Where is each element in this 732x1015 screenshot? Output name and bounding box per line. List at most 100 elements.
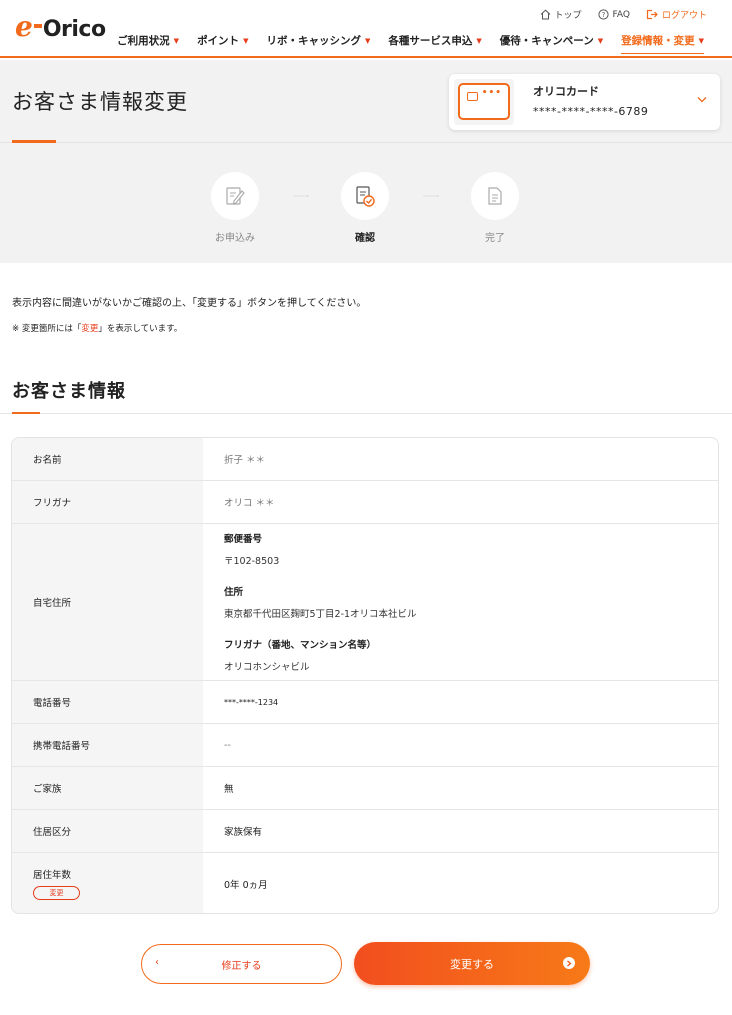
row-value: 0年 0ヵ月 xyxy=(224,879,268,891)
step-confirm: 確認 xyxy=(325,172,405,244)
step-label: お申込み xyxy=(215,233,255,244)
triangle-down-icon: ▼ xyxy=(597,36,604,45)
note-highlight: 変更 xyxy=(81,324,99,334)
submit-change-button[interactable]: 変更する xyxy=(354,942,590,985)
step-apply: お申込み xyxy=(195,172,275,244)
submit-button-label: 変更する xyxy=(450,957,494,971)
triangle-down-icon: ▼ xyxy=(364,36,371,45)
row-label: フリガナ xyxy=(12,481,203,523)
top-link[interactable]: トップ xyxy=(540,8,582,21)
logo-dash xyxy=(33,24,42,28)
step-circle xyxy=(471,172,519,220)
nav-usage-label: ご利用状況 xyxy=(117,35,170,47)
card-name: オリコカード xyxy=(533,85,599,98)
residence-label: 居住年数 xyxy=(33,870,72,881)
divider xyxy=(0,142,732,143)
section-title: お客さま情報 xyxy=(12,381,126,402)
row-value: 折子 ＊＊ xyxy=(224,455,266,466)
chevron-left-icon: ‹ xyxy=(155,957,159,968)
chevron-down-icon[interactable] xyxy=(697,96,707,103)
triangle-down-icon: ▼ xyxy=(698,36,704,45)
global-nav: ご利用状況 ▼ ポイント ▼ リボ・キャッシング ▼ 各種サービス申込 ▼ 優待・キャン… xyxy=(117,33,704,54)
step-complete: 完了 xyxy=(455,172,535,244)
nav-registration-label: 登録情報・変更 xyxy=(621,35,695,47)
nav-campaign[interactable]: 優待・キャンペーン ▼ xyxy=(500,33,603,54)
site-header: e Orico トップ ? FAQ ログアウト ご利用状況 ▼ ポイント ▼ リボ・… xyxy=(0,0,732,58)
logo-brand: Orico xyxy=(42,17,106,42)
row-value: -- xyxy=(224,739,231,751)
change-note: ※ 変更箇所には「変更」を表示しています。 xyxy=(12,322,182,334)
nav-points-label: ポイント xyxy=(197,35,240,47)
row-label: お名前 xyxy=(12,438,203,480)
table-row-phone: 電話番号 ***-****-1234 xyxy=(12,681,718,724)
row-label: 電話番号 xyxy=(12,681,203,723)
edit-button[interactable]: ‹ 修正する xyxy=(141,944,342,984)
card-dots-icon: ••• xyxy=(481,88,502,98)
row-label: ご家族 xyxy=(12,767,203,809)
document-check-icon xyxy=(356,186,375,207)
step-label: 完了 xyxy=(485,233,505,244)
top-link-label: トップ xyxy=(554,11,582,21)
table-row-family: ご家族 無 xyxy=(12,767,718,810)
triangle-down-icon: ▼ xyxy=(173,36,180,45)
home-icon xyxy=(540,9,550,20)
nav-points[interactable]: ポイント ▼ xyxy=(197,33,248,54)
customer-info-table: お名前 折子 ＊＊ フリガナ オリコ ＊＊ 自宅住所 郵便番号 〒102-850… xyxy=(11,437,719,914)
triangle-down-icon: ▼ xyxy=(476,36,482,45)
nav-revolving[interactable]: リボ・キャッシング ▼ xyxy=(266,33,370,54)
arrow-right-icon xyxy=(423,195,439,197)
postal-label: 郵便番号 xyxy=(224,534,263,545)
note-suffix: 」を表示しています。 xyxy=(98,324,183,334)
step-label: 確認 xyxy=(355,233,375,244)
card-chip-icon xyxy=(467,92,478,101)
credit-card-icon: ••• xyxy=(458,83,510,120)
card-selector[interactable]: ••• オリコカード ****-****-****-6789 xyxy=(449,74,720,130)
row-value: オリコ ＊＊ xyxy=(224,498,275,509)
edit-button-label: 修正する xyxy=(221,960,262,972)
faq-link[interactable]: ? FAQ xyxy=(597,9,630,20)
utility-nav: トップ ? FAQ ログアウト xyxy=(540,8,707,21)
card-number: ****-****-****-6789 xyxy=(533,105,649,118)
table-row-name: お名前 折子 ＊＊ xyxy=(12,438,718,481)
row-value: ***-****-1234 xyxy=(224,697,279,707)
triangle-down-icon: ▼ xyxy=(243,36,249,45)
nav-revolving-label: リボ・キャッシング xyxy=(266,35,361,47)
table-row-mobile: 携帯電話番号 -- xyxy=(12,724,718,767)
document-icon xyxy=(488,187,502,205)
row-label: 居住年数 変更 xyxy=(12,853,203,913)
help-icon: ? xyxy=(597,9,609,20)
step-circle xyxy=(341,172,389,220)
nav-registration[interactable]: 登録情報・変更 ▼ xyxy=(621,33,704,54)
changed-badge: 変更 xyxy=(33,886,80,900)
form-edit-icon xyxy=(226,187,245,205)
row-value: 郵便番号 〒102-8503 住所 東京都千代田区麹町5丁目2-1オリコ本社ビル… xyxy=(203,524,718,680)
divider xyxy=(0,413,732,414)
chevron-right-circle-icon xyxy=(563,957,575,969)
svg-text:?: ? xyxy=(601,11,605,19)
table-row-address: 自宅住所 郵便番号 〒102-8503 住所 東京都千代田区麹町5丁目2-1オリ… xyxy=(12,524,718,681)
postal-value: 〒102-8503 xyxy=(224,556,280,567)
table-row-residence: 居住年数 変更 0年 0ヵ月 xyxy=(12,853,718,913)
logout-link[interactable]: ログアウト xyxy=(646,8,707,21)
page-title: お客さま情報変更 xyxy=(12,90,188,114)
row-value: 無 xyxy=(224,784,234,795)
nav-usage[interactable]: ご利用状況 ▼ xyxy=(117,33,179,54)
eorico-logo[interactable]: e Orico xyxy=(15,12,106,44)
address-label: 住所 xyxy=(224,587,244,598)
title-accent xyxy=(12,140,56,143)
address-kana-value: オリコホンシャビル xyxy=(224,662,310,673)
progress-steps: お申込み 確認 完了 xyxy=(0,172,732,252)
table-row-kana: フリガナ オリコ ＊＊ xyxy=(12,481,718,524)
title-area: お客さま情報変更 ••• オリコカード ****-****-****-6789 … xyxy=(0,60,732,263)
row-value: 家族保有 xyxy=(224,827,263,838)
faq-link-label: FAQ xyxy=(612,9,630,20)
instruction-text: 表示内容に間違いがないかご確認の上、「変更する」ボタンを押してください。 xyxy=(12,298,367,309)
nav-services[interactable]: 各種サービス申込 ▼ xyxy=(388,33,481,54)
table-row-housing: 住居区分 家族保有 xyxy=(12,810,718,853)
arrow-right-icon xyxy=(293,195,309,197)
nav-services-label: 各種サービス申込 xyxy=(388,35,473,47)
logout-icon xyxy=(646,9,658,20)
nav-campaign-label: 優待・キャンペーン xyxy=(499,35,594,47)
logout-link-label: ログアウト xyxy=(661,11,707,21)
address-kana-label: フリガナ（番地、マンション名等） xyxy=(224,640,377,651)
